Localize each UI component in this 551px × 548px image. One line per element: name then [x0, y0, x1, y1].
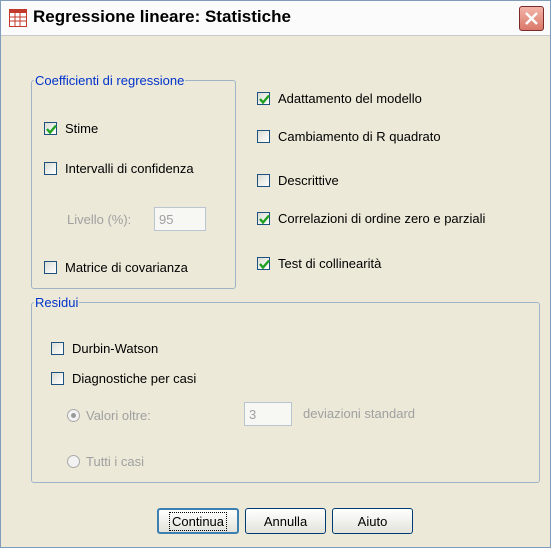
cambiamento-label: Cambiamento di R quadrato [278, 129, 441, 144]
cambiamento-checkbox[interactable]: Cambiamento di R quadrato [257, 129, 441, 144]
collinearita-label: Test di collinearità [278, 256, 382, 271]
annulla-label: Annulla [263, 513, 308, 529]
adattamento-check-box[interactable] [257, 92, 270, 105]
title-bar[interactable]: Regressione lineare: Statistiche [1, 1, 550, 36]
spss-grid-icon [9, 9, 27, 27]
annulla-button[interactable]: Annulla [245, 508, 326, 534]
continua-label: Continua [168, 511, 228, 531]
close-icon [525, 12, 538, 25]
coefficienti-legend: Coefficienti di regressione [35, 73, 185, 88]
durbin-check-box[interactable] [51, 342, 64, 355]
aiuto-label: Aiuto [357, 513, 388, 529]
checkmark-icon [46, 124, 57, 135]
descrittive-check-box[interactable] [257, 174, 270, 187]
valori-oltre-radio[interactable]: Valori oltre: [67, 408, 151, 423]
durbin-label: Durbin-Watson [72, 341, 159, 356]
statistiche-dialog: Regressione lineare: Statistiche Coeffic… [0, 0, 551, 548]
adattamento-checkbox[interactable]: Adattamento del modello [257, 91, 422, 106]
checkmark-icon [259, 214, 270, 225]
intervalli-label: Intervalli di confidenza [65, 161, 194, 176]
matrice-checkbox[interactable]: Matrice di covarianza [44, 260, 188, 275]
cambiamento-check-box[interactable] [257, 130, 270, 143]
checkmark-icon [259, 94, 270, 105]
collinearita-checkbox[interactable]: Test di collinearità [257, 256, 381, 271]
tutti-casi-radio-button[interactable] [67, 455, 80, 468]
close-button[interactable] [519, 6, 544, 31]
intervalli-check-box[interactable] [44, 162, 57, 175]
descrittive-label: Descrittive [278, 173, 339, 188]
tutti-casi-label: Tutti i casi [86, 454, 145, 469]
correlazioni-checkbox[interactable]: Correlazioni di ordine zero e parziali [257, 211, 485, 226]
valori-oltre-radio-button[interactable] [67, 409, 80, 422]
diagnostiche-check-box[interactable] [51, 372, 64, 385]
matrice-check-box[interactable] [44, 261, 57, 274]
stime-check-box[interactable] [44, 122, 57, 135]
diagnostiche-label: Diagnostiche per casi [72, 371, 197, 386]
correlazioni-label: Correlazioni di ordine zero e parziali [278, 211, 486, 226]
diagnostiche-checkbox[interactable]: Diagnostiche per casi [51, 371, 196, 386]
tutti-casi-radio[interactable]: Tutti i casi [67, 454, 144, 469]
descrittive-checkbox[interactable]: Descrittive [257, 173, 339, 188]
intervalli-checkbox[interactable]: Intervalli di confidenza [44, 161, 194, 176]
continua-button[interactable]: Continua [157, 508, 239, 534]
window-title: Regressione lineare: Statistiche [33, 7, 291, 26]
coefficienti-group: Coefficienti di regressione [31, 73, 236, 289]
durbin-checkbox[interactable]: Durbin-Watson [51, 341, 158, 356]
residui-legend: Residui [35, 295, 79, 310]
matrice-label: Matrice di covarianza [65, 260, 188, 275]
checkmark-icon [259, 259, 270, 270]
livello-input[interactable]: 95 [154, 207, 206, 231]
livello-label: Livello (%): [67, 212, 132, 227]
correlazioni-check-box[interactable] [257, 212, 270, 225]
valori-oltre-label: Valori oltre: [86, 408, 151, 423]
aiuto-button[interactable]: Aiuto [332, 508, 413, 534]
stime-checkbox[interactable]: Stime [44, 121, 98, 136]
deviazioni-label: deviazioni standard [303, 406, 416, 421]
stime-label: Stime [65, 121, 99, 136]
soglia-input[interactable]: 3 [244, 402, 292, 426]
adattamento-label: Adattamento del modello [278, 91, 422, 106]
collinearita-check-box[interactable] [257, 257, 270, 270]
